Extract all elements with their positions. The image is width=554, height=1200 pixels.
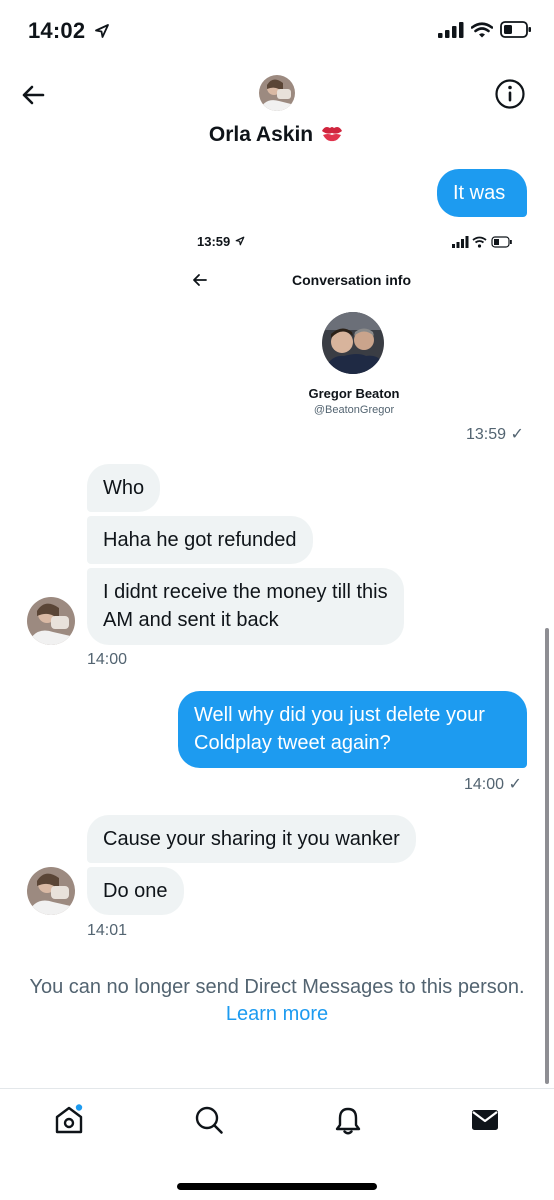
contact-avatar-small[interactable] [27, 867, 75, 915]
embedded-status-time: 13:59 [197, 234, 245, 249]
received-message[interactable]: I didnt receive the money till this AM a… [87, 568, 404, 645]
message-timestamp: 13:59 ✓ [466, 426, 524, 443]
message-timestamp: 14:01 [87, 922, 128, 939]
embedded-back-arrow-icon [193, 274, 207, 286]
search-icon[interactable] [193, 1104, 225, 1136]
location-arrow-icon [94, 24, 109, 38]
received-message[interactable]: Who [87, 464, 161, 512]
message-timestamp: 14:00 ✓ [464, 776, 522, 793]
message-timestamp: 14:00 [87, 651, 128, 668]
notice-text: You can no longer send Direct Messages t… [29, 976, 525, 998]
wifi-icon [471, 21, 493, 37]
embedded-status-icons [452, 236, 512, 248]
dm-disabled-notice: You can no longer send Direct Messages t… [0, 974, 554, 1028]
kiss-mark-emoji-icon [322, 127, 343, 142]
info-icon[interactable] [494, 78, 526, 110]
status-time: 14:02 [28, 18, 110, 44]
contact-name[interactable]: Orla Askin [0, 122, 554, 147]
embedded-title: Conversation info [292, 272, 412, 288]
received-message[interactable]: Haha he got refunded [87, 516, 313, 564]
received-message[interactable]: Cause your sharing it you wanker [87, 815, 416, 863]
sent-message[interactable]: Well why did you just delete your Coldpl… [178, 691, 527, 768]
learn-more-link[interactable]: Learn more [0, 1001, 554, 1028]
contact-avatar[interactable] [259, 75, 295, 111]
notifications-bell-icon[interactable] [332, 1104, 364, 1136]
embedded-profile-name: Gregor Beaton [308, 386, 400, 401]
messages-mail-icon[interactable] [469, 1104, 501, 1136]
contact-avatar-small[interactable] [27, 597, 75, 645]
scrollbar[interactable] [545, 628, 549, 1084]
received-message[interactable]: Do one [87, 867, 184, 915]
sent-message[interactable]: It was [437, 169, 527, 217]
home-icon[interactable] [53, 1104, 85, 1136]
home-indicator[interactable] [177, 1183, 377, 1190]
signal-icon [438, 21, 464, 38]
status-icons [438, 21, 532, 38]
battery-icon [500, 21, 531, 38]
embedded-profile-handle: @BeatonGregor [313, 404, 395, 416]
location-arrow-icon [235, 236, 245, 246]
embedded-profile-avatar [322, 312, 384, 374]
back-arrow-icon[interactable] [18, 80, 48, 110]
